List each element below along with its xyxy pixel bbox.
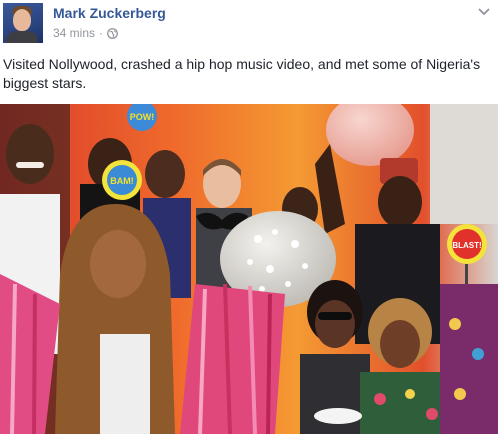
post-timestamp[interactable]: 34 mins <box>53 26 95 40</box>
author-avatar[interactable] <box>3 3 43 43</box>
meta-separator: · <box>99 26 104 40</box>
sunglasses <box>318 312 352 320</box>
post-caption: Visited Nollywood, crashed a hip hop mus… <box>3 56 481 91</box>
person-6-face <box>378 176 422 228</box>
post-meta: 34 mins · <box>53 26 118 40</box>
svg-text:BAM!: BAM! <box>110 176 134 186</box>
woman-right-dress <box>360 372 450 434</box>
woman-front-face <box>90 230 146 298</box>
person-left-teeth <box>16 162 44 168</box>
globe-icon[interactable] <box>107 27 118 39</box>
sign-boom: BAM! <box>102 160 142 200</box>
group-photo-illustration: POW! BAM! BLAST! <box>0 104 498 434</box>
person-far-right <box>440 284 498 434</box>
avatar-face <box>13 9 31 31</box>
person-3-face <box>145 150 185 198</box>
woman-right-face <box>380 320 420 368</box>
background-window <box>430 104 498 224</box>
avatar-shirt <box>6 31 38 43</box>
svg-text:BLAST!: BLAST! <box>452 241 481 250</box>
person-left-face <box>6 124 54 184</box>
cup-prop <box>314 408 362 424</box>
post-photo[interactable]: POW! BAM! BLAST! <box>0 104 498 434</box>
chevron-down-icon[interactable] <box>476 5 492 19</box>
woman-sunglasses-face <box>315 300 355 348</box>
author-name-link[interactable]: Mark Zuckerberg <box>53 5 166 21</box>
facebook-post: Mark Zuckerberg 34 mins · Visited Nollyw… <box>0 0 498 434</box>
svg-text:POW!: POW! <box>130 112 155 122</box>
woman-front-top <box>100 334 150 434</box>
